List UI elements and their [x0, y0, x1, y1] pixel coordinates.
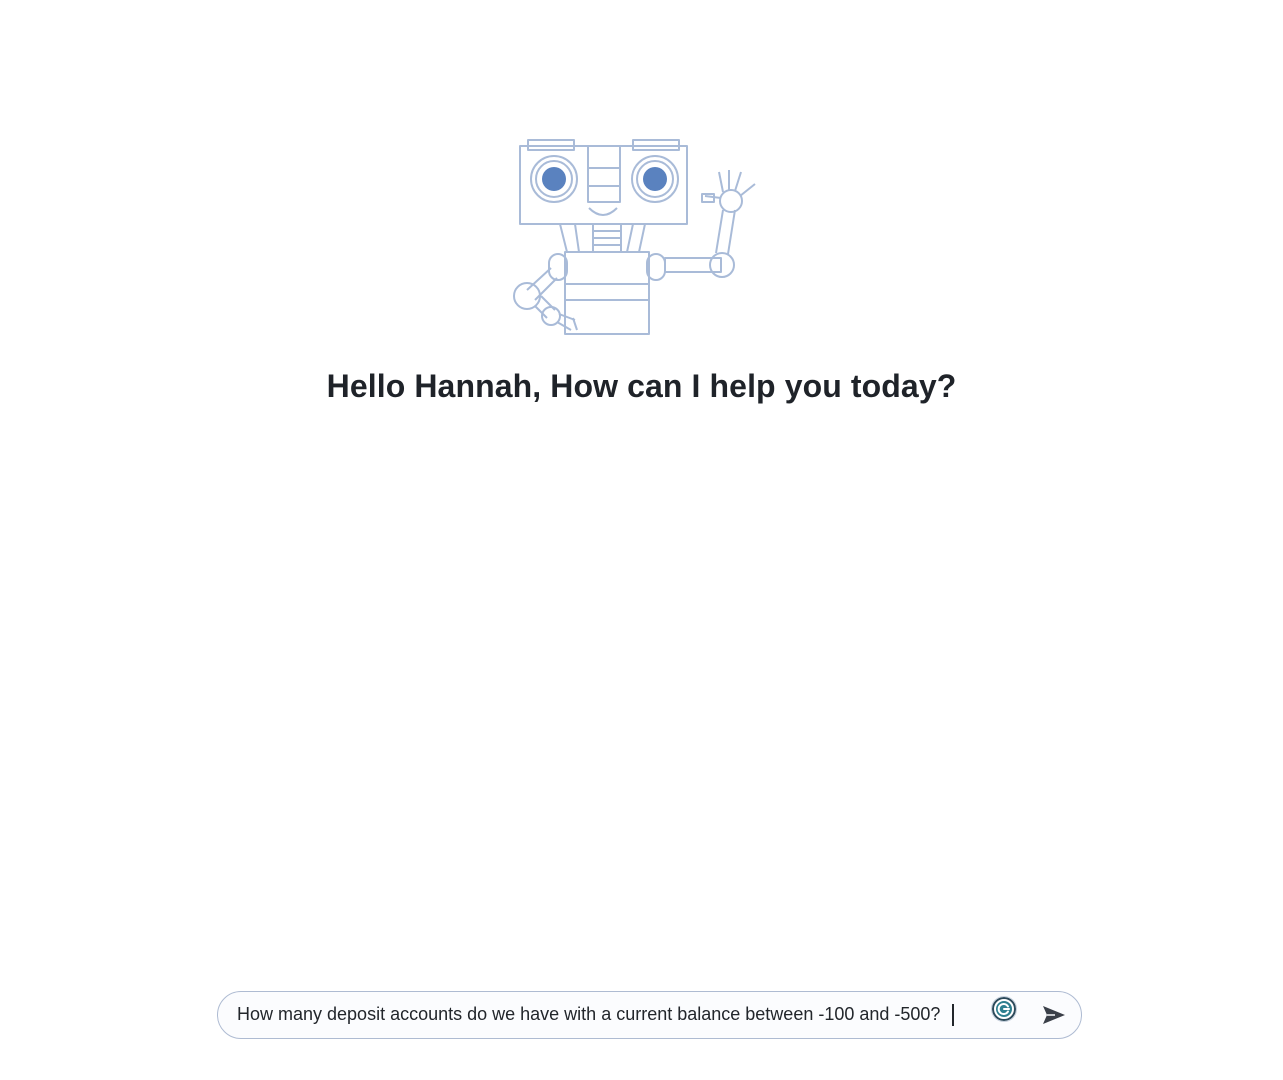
chat-composer: [217, 991, 1082, 1039]
robot-mascot-illustration: [513, 139, 756, 335]
send-arrow-icon: [1043, 1006, 1065, 1024]
grammar-assistant-icon[interactable]: [990, 996, 1018, 1024]
text-caret: [952, 1004, 954, 1026]
chat-home: Hello Hannah, How can I help you today?: [0, 0, 1283, 1080]
greeting-heading: Hello Hannah, How can I help you today?: [326, 368, 957, 404]
send-button[interactable]: [1038, 1000, 1070, 1030]
prompt-input[interactable]: [237, 992, 957, 1037]
